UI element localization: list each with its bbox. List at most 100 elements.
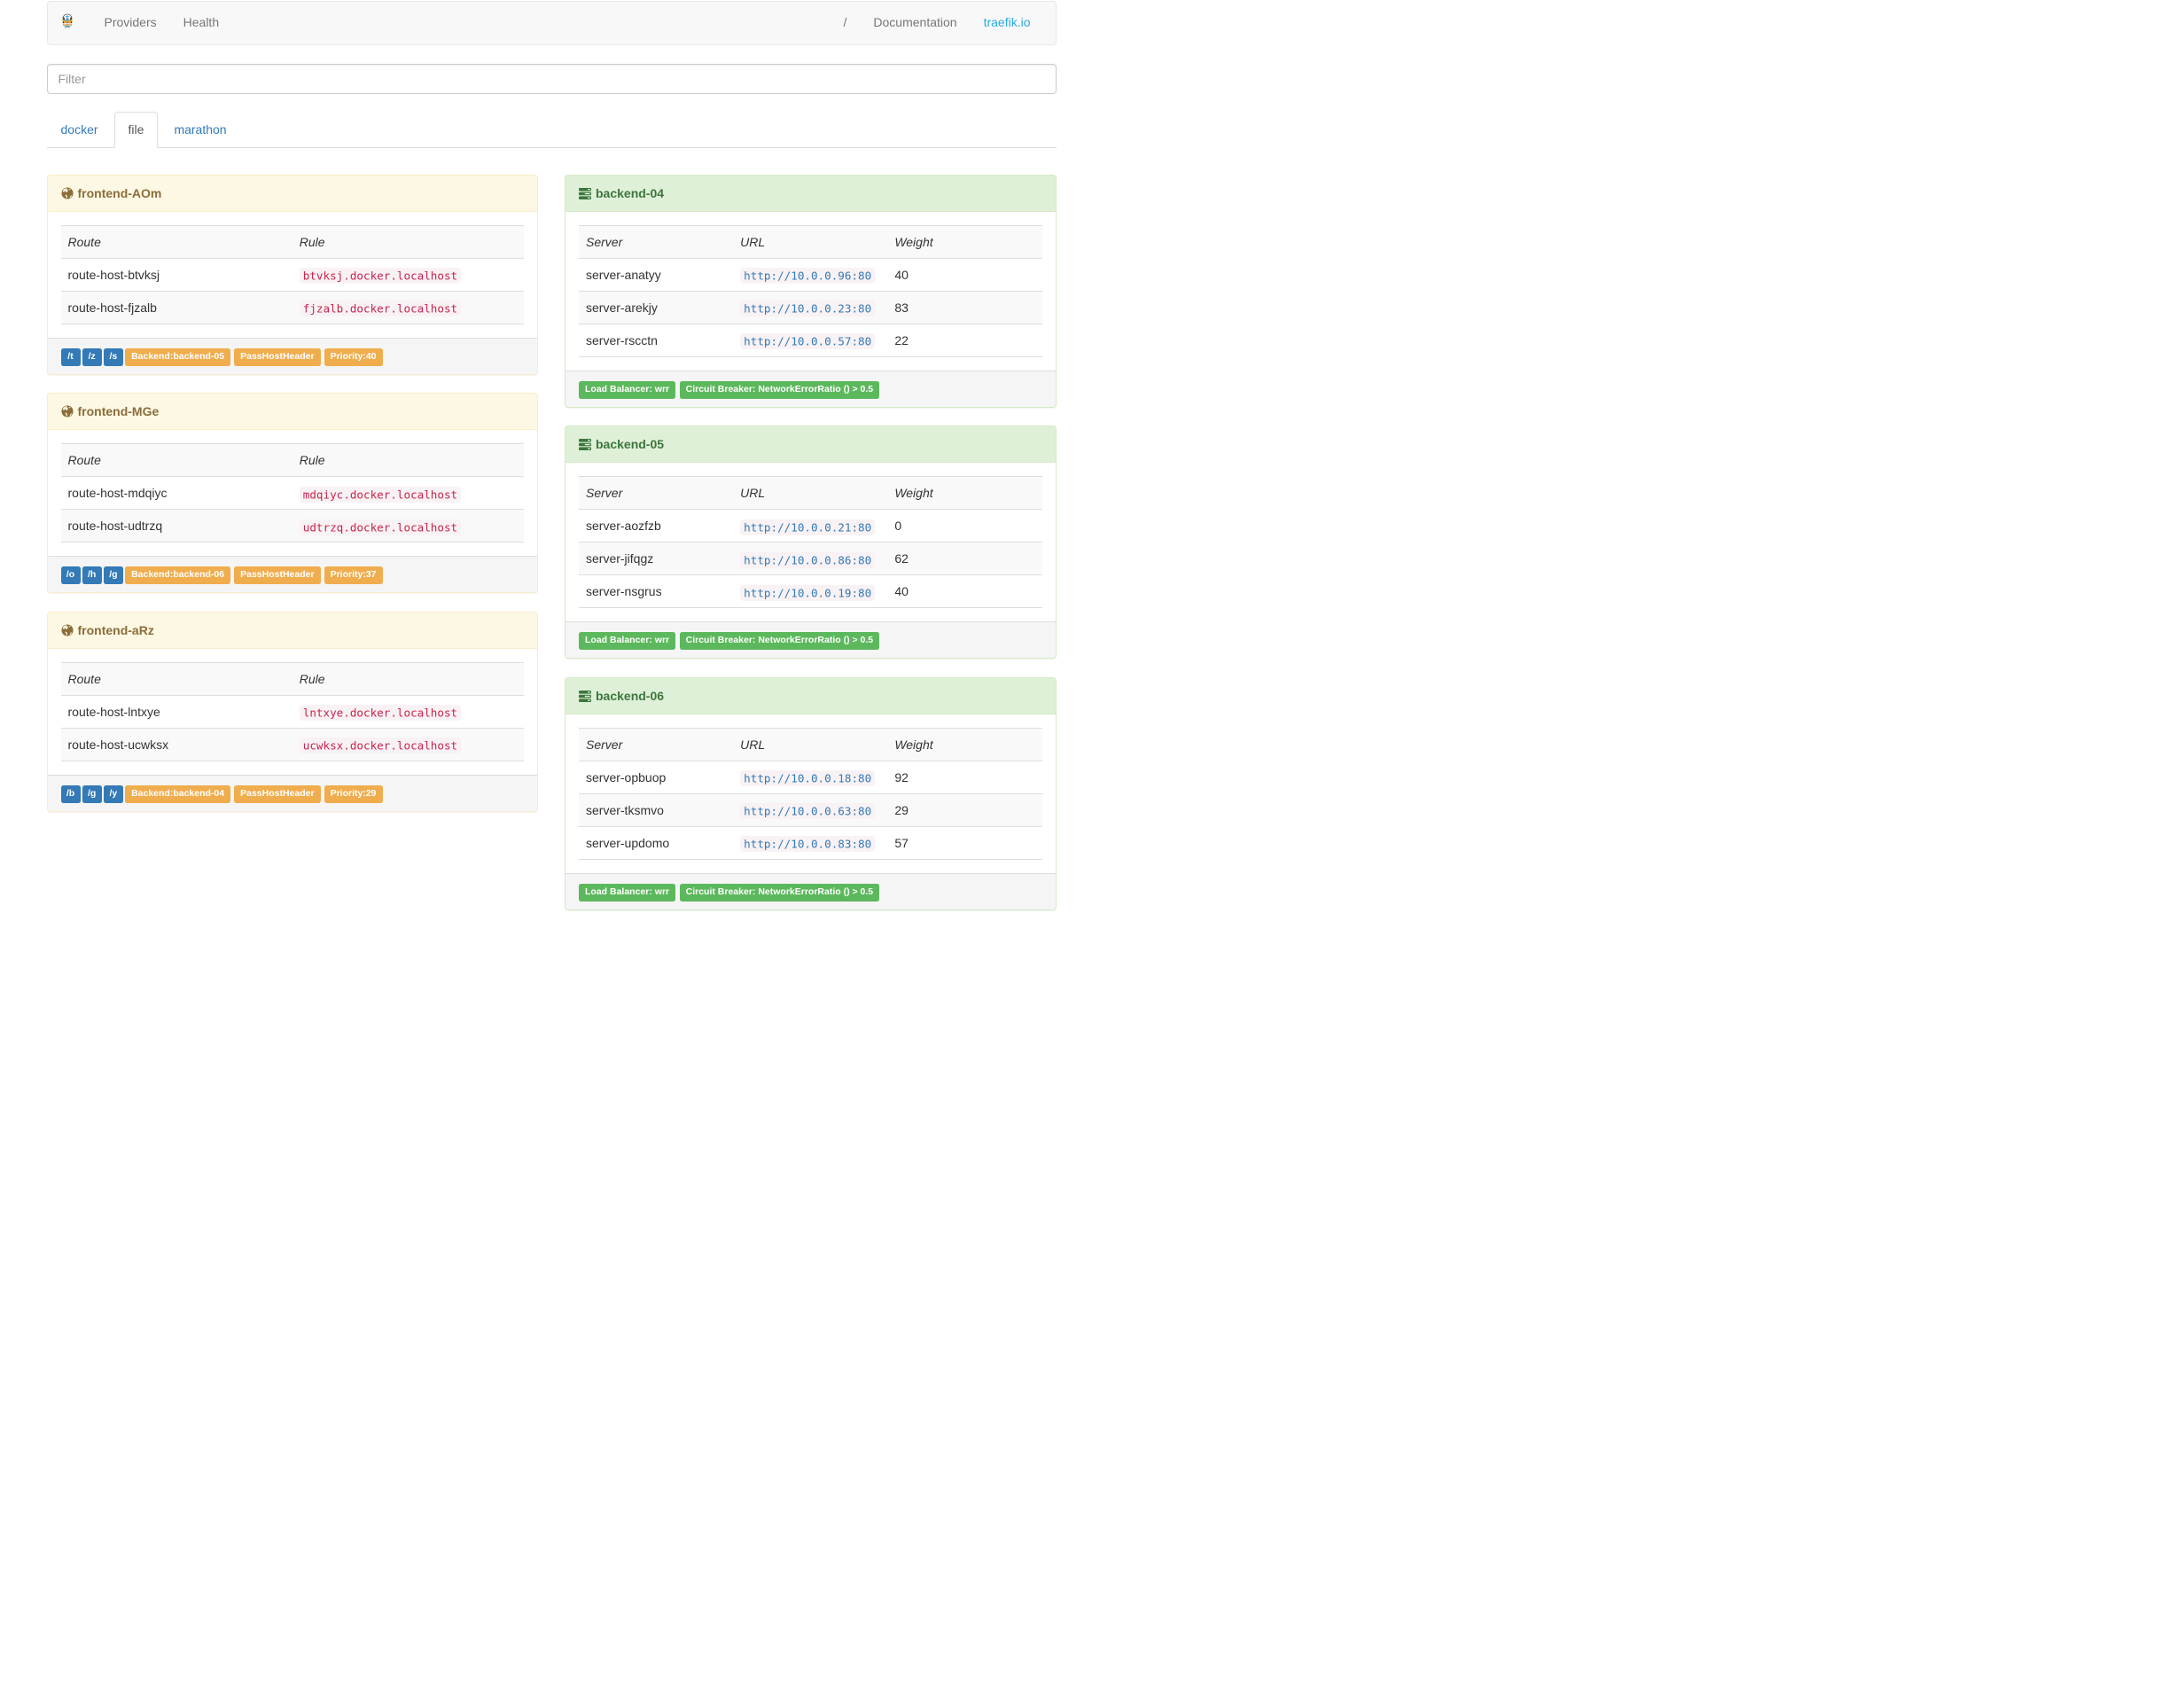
route-badge: /t — [60, 347, 81, 366]
column-header: URL — [733, 476, 888, 510]
nav-item-traefik.io[interactable]: traefik.io — [971, 2, 1044, 46]
server-row: server-jifqgz http://10.0.0.86:80 62 — [579, 542, 1042, 575]
server-name: server-arekjy — [579, 290, 734, 324]
server-url-cell: http://10.0.0.83:80 — [733, 825, 888, 859]
filter-input[interactable] — [46, 63, 1057, 94]
server-url-link[interactable]: http://10.0.0.19:80 — [740, 584, 876, 601]
server-row: server-updomo http://10.0.0.83:80 57 — [579, 825, 1042, 859]
backend-panel-footer: Load Balancer: wrr Circuit Breaker: Netwo… — [566, 872, 1056, 909]
server-url-cell: http://10.0.0.86:80 — [733, 542, 888, 575]
route-rule-cell: fjzalb.docker.localhost — [292, 290, 524, 324]
backend-panel-body: Server URL Weight server-aozfzb http://10.0.… — [566, 463, 1056, 621]
traefik-gopher-logo — [60, 13, 74, 28]
route-badge: /s — [103, 347, 123, 366]
frontend-panel: frontend-MGe Route Rule route-host-mdqiyc md… — [46, 393, 538, 593]
server-url-link[interactable]: http://10.0.0.86:80 — [740, 551, 876, 568]
nav-item-health[interactable]: Health — [170, 2, 232, 46]
server-name: server-nsgrus — [579, 574, 734, 608]
backend-panel-footer: Load Balancer: wrr Circuit Breaker: Netwo… — [566, 621, 1056, 658]
server-url-link[interactable]: http://10.0.0.63:80 — [740, 803, 876, 819]
route-badge: /g — [103, 566, 123, 584]
tab-link-marathon[interactable]: marathon — [160, 112, 240, 148]
backend-table-header-row: Server URL Weight — [579, 727, 1042, 761]
frontend-detail-badge: PassHostHeader — [234, 784, 321, 803]
route-name: route-host-btvksj — [60, 257, 292, 291]
frontend-detail-badge: PassHostHeader — [234, 347, 321, 366]
route-rule-cell: mdqiyc.docker.localhost — [292, 476, 524, 510]
server-weight: 22 — [887, 323, 1042, 356]
column-header: URL — [733, 727, 888, 761]
route-rule-cell: udtrzq.docker.localhost — [292, 509, 524, 542]
frontend-panel-heading: frontend-MGe — [47, 394, 537, 430]
nav-item-providers[interactable]: Providers — [91, 2, 170, 46]
frontend-panel-heading: frontend-AOm — [47, 175, 537, 212]
server-row: server-anatyy http://10.0.0.96:80 40 — [579, 257, 1042, 291]
server-url-link[interactable]: http://10.0.0.57:80 — [740, 333, 876, 349]
frontend-detail-badge: Backend:backend-04 — [125, 784, 231, 803]
backend-panel: backend-06 Server URL Weight server-opbuop ht… — [565, 676, 1057, 910]
frontend-panel-footer: /t/z/s Backend:backend-05 PassHostHeader Pr… — [47, 337, 537, 374]
server-name: server-anatyy — [579, 257, 734, 291]
route-rule: mdqiyc.docker.localhost — [299, 486, 462, 503]
nav-item-documentation[interactable]: Documentation — [860, 2, 970, 46]
backend-title: backend-05 — [596, 437, 665, 451]
server-url-link[interactable]: http://10.0.0.18:80 — [740, 770, 876, 786]
servers-table: Server URL Weight server-anatyy http://10.0.… — [579, 224, 1042, 357]
column-header: Rule — [292, 224, 524, 258]
backend-detail-badge: Load Balancer: wrr — [579, 380, 676, 399]
column-header: Weight — [887, 224, 1042, 258]
frontend-table-header-row: Route Rule — [60, 443, 524, 477]
column-header: Route — [60, 224, 292, 258]
backend-table-header-row: Server URL Weight — [579, 224, 1042, 258]
server-url-cell: http://10.0.0.23:80 — [733, 290, 888, 324]
frontend-panel: frontend-aRz Route Rule route-host-lntxye ln… — [46, 611, 538, 812]
servers-table: Server URL Weight server-opbuop http://10.0.… — [579, 727, 1042, 860]
backend-detail-badge: Load Balancer: wrr — [579, 883, 676, 902]
server-weight: 57 — [887, 825, 1042, 859]
column-header: Route — [60, 443, 292, 477]
frontend-detail-badge: PassHostHeader — [234, 566, 321, 584]
route-badge: /h — [82, 566, 102, 584]
tab-link-docker[interactable]: docker — [47, 112, 113, 148]
column-header: Server — [579, 727, 734, 761]
server-url-cell: http://10.0.0.18:80 — [733, 760, 888, 793]
route-row: route-host-mdqiyc mdqiyc.docker.localhost — [60, 476, 524, 510]
backend-title: backend-06 — [596, 688, 665, 703]
server-url-link[interactable]: http://10.0.0.21:80 — [740, 519, 876, 535]
frontend-panel-footer: /o/h/g Backend:backend-06 PassHostHeader Pr… — [47, 556, 537, 592]
column-header: URL — [733, 224, 888, 258]
frontend-detail-badge: Backend:backend-05 — [125, 347, 231, 366]
backend-detail-badge: Circuit Breaker: NetworkErrorRatio () > … — [679, 632, 880, 650]
server-url-cell: http://10.0.0.63:80 — [733, 792, 888, 826]
route-rule-cell: lntxye.docker.localhost — [292, 694, 524, 728]
server-row: server-nsgrus http://10.0.0.19:80 40 — [579, 574, 1042, 608]
frontend-detail-badge: Priority:40 — [324, 347, 383, 366]
server-name: server-opbuop — [579, 760, 734, 793]
frontend-detail-badge: Backend:backend-06 — [125, 566, 231, 584]
server-url-link[interactable]: http://10.0.0.23:80 — [740, 301, 876, 316]
server-url-link[interactable]: http://10.0.0.96:80 — [740, 268, 876, 284]
servers-icon — [579, 187, 591, 199]
server-name: server-updomo — [579, 825, 734, 859]
server-url-link[interactable]: http://10.0.0.83:80 — [740, 836, 876, 852]
servers-table: Server URL Weight server-aozfzb http://10.0.… — [579, 476, 1042, 608]
frontend-panel-footer: /b/g/y Backend:backend-04 PassHostHeader Pr… — [47, 774, 537, 811]
route-rule-cell: ucwksx.docker.localhost — [292, 727, 524, 761]
route-name: route-host-udtrzq — [60, 509, 292, 542]
navbar-brand[interactable] — [48, 2, 91, 46]
server-url-cell: http://10.0.0.57:80 — [733, 323, 888, 356]
route-badge: /b — [60, 784, 81, 803]
frontend-title: frontend-aRz — [77, 622, 154, 637]
frontend-panel-body: Route Rule route-host-lntxye lntxye.docker.… — [48, 649, 538, 775]
route-badge: /g — [82, 784, 102, 803]
frontend-table-header-row: Route Rule — [60, 661, 524, 695]
server-name: server-aozfzb — [579, 509, 734, 542]
server-url-cell: http://10.0.0.21:80 — [733, 509, 888, 542]
nav-item-[interactable]: / — [831, 2, 861, 46]
route-name: route-host-mdqiyc — [60, 476, 292, 510]
route-rule: btvksj.docker.localhost — [299, 268, 462, 284]
frontend-panel-body: Route Rule route-host-btvksj btvksj.docker.… — [48, 212, 538, 338]
route-rule: fjzalb.docker.localhost — [299, 301, 462, 316]
backend-panel-footer: Load Balancer: wrr Circuit Breaker: Netwo… — [566, 370, 1056, 407]
tab-link-file[interactable]: file — [113, 111, 159, 148]
